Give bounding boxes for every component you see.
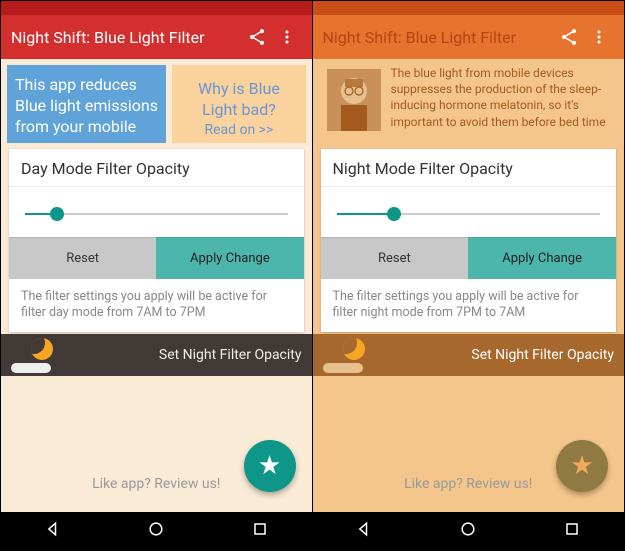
share-icon[interactable] [242,27,272,47]
card-description: The filter settings you apply will be ac… [321,279,617,332]
review-fab[interactable]: ★ [556,440,608,492]
avatar [327,69,381,131]
info-why-title: Why is Blue Light bad? [180,79,297,121]
night-filter-bar[interactable]: Set Night Filter Opacity [1,334,312,376]
home-icon[interactable] [146,519,166,543]
info-row: This app reduces Blue light emissions fr… [1,59,312,149]
home-icon[interactable] [458,519,478,543]
more-icon[interactable] [584,27,614,47]
opacity-slider[interactable] [337,207,601,221]
status-bar [1,1,312,15]
recent-icon[interactable] [562,519,582,543]
app-title: Night Shift: Blue Light Filter [11,28,242,47]
content-area: This app reduces Blue light emissions fr… [1,59,312,550]
more-icon[interactable] [272,27,302,47]
app-bar: Night Shift: Blue Light Filter [1,15,312,59]
night-filter-label: Set Night Filter Opacity [159,347,302,363]
star-icon: ★ [258,451,281,481]
nav-bar [1,512,312,550]
status-bar [313,1,625,15]
star-icon: ★ [570,451,593,481]
info-row: The blue light from mobile devices suppr… [313,59,625,149]
opacity-card: Night Mode Filter Opacity Reset Apply Ch… [321,149,617,332]
opacity-slider[interactable] [25,207,288,221]
info-read-on: Read on >> [180,121,297,139]
apply-button[interactable]: Apply Change [156,237,303,279]
info-card-why[interactable]: Why is Blue Light bad? Read on >> [172,65,305,143]
info-card-reduce: This app reduces Blue light emissions fr… [7,65,166,143]
card-title: Night Mode Filter Opacity [321,149,617,187]
opacity-card: Day Mode Filter Opacity Reset Apply Chan… [9,149,304,332]
card-title: Day Mode Filter Opacity [9,149,304,187]
review-fab[interactable]: ★ [244,440,296,492]
back-icon[interactable] [43,519,63,543]
moon-icon [343,338,365,360]
reset-button[interactable]: Reset [9,237,156,279]
nav-bar [313,512,625,550]
cloud-icon [323,363,363,373]
app-bar: Night Shift: Blue Light Filter [313,15,625,59]
recent-icon[interactable] [250,519,270,543]
app-title: Night Shift: Blue Light Filter [323,28,555,47]
reset-button[interactable]: Reset [321,237,469,279]
night-filter-label: Set Night Filter Opacity [471,347,614,363]
moon-icon [31,338,53,360]
cloud-icon [11,363,51,373]
back-icon[interactable] [354,519,374,543]
card-description: The filter settings you apply will be ac… [9,279,304,332]
apply-button[interactable]: Apply Change [468,237,616,279]
content-area: The blue light from mobile devices suppr… [313,59,625,550]
info-text: The blue light from mobile devices suppr… [391,65,611,130]
night-filter-bar[interactable]: Set Night Filter Opacity [313,334,625,376]
share-icon[interactable] [554,27,584,47]
